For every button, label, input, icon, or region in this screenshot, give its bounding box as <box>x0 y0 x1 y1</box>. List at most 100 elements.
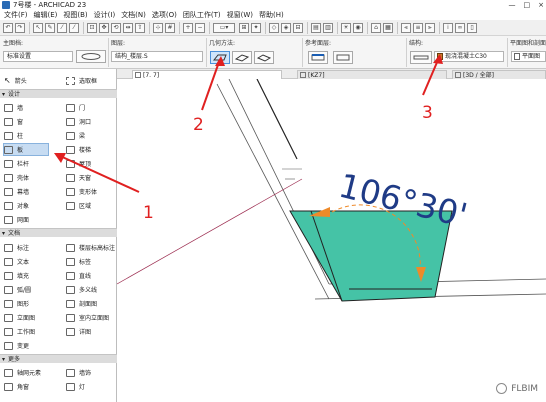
tool-4-1[interactable]: 剖面图 <box>66 298 97 309</box>
structure-type-button[interactable] <box>410 51 432 64</box>
tool-5-0[interactable]: 壳体 <box>4 172 29 183</box>
rotate-icon[interactable]: ⟲ <box>111 23 121 33</box>
tool-7-0[interactable]: 变更 <box>4 340 29 351</box>
minimize-button[interactable]: — <box>509 0 516 10</box>
tool-3-1[interactable]: 楼梯 <box>66 144 91 155</box>
render-icon[interactable]: ☀ <box>341 23 351 33</box>
renovation-icon[interactable]: ⌂ <box>371 23 381 33</box>
building-material-field[interactable]: 现浇混凝土C30 <box>434 51 504 62</box>
tool-6-1[interactable]: 详图 <box>66 326 91 337</box>
tool-1-0[interactable]: 窗 <box>4 116 23 127</box>
magic-wand-icon[interactable]: ✦ <box>251 23 261 33</box>
reference-top-button[interactable] <box>308 51 328 64</box>
camera-icon[interactable]: ◉ <box>353 23 363 33</box>
layer-field[interactable]: 结构_楼层.S <box>111 51 203 62</box>
align-right-icon[interactable]: ⫸ <box>425 23 435 33</box>
menu-teamwork[interactable]: 团队工作(T) <box>183 10 221 20</box>
tool-0-0[interactable]: 墙 <box>4 102 23 113</box>
maximize-button[interactable]: □ <box>524 0 531 10</box>
tool-8-0[interactable]: 网面 <box>4 214 29 225</box>
tool-6-1[interactable]: 变形体 <box>66 186 97 197</box>
trace-icon[interactable]: ▤ <box>311 23 321 33</box>
menu-document[interactable]: 文档(N) <box>121 10 146 20</box>
tool-0-1[interactable]: 楼层标高标注 <box>66 242 115 253</box>
redo-icon[interactable]: ↷ <box>15 23 25 33</box>
tool-5-1[interactable]: 室内立面图 <box>66 312 109 323</box>
section-icon[interactable]: ◈ <box>281 23 291 33</box>
tab-floor-plan[interactable]: [7. 7] <box>132 70 282 79</box>
grid-icon[interactable]: # <box>165 23 175 33</box>
drawing-canvas[interactable]: 106°30' <box>117 79 546 402</box>
align-center-icon[interactable]: ≡ <box>413 23 423 33</box>
menu-view[interactable]: 视图(B) <box>63 10 87 20</box>
close-button[interactable]: × <box>538 0 544 10</box>
floor-plan-field[interactable]: 平面图 <box>511 51 546 62</box>
tool-2-1[interactable]: 梁 <box>66 130 85 141</box>
tool-3-1[interactable]: 多义线 <box>66 284 97 295</box>
tool-4-0[interactable]: 图形 <box>4 298 29 309</box>
tool-2-0[interactable]: 填充 <box>4 270 29 281</box>
tab-kz7[interactable]: [KZ7] <box>297 70 447 79</box>
tool-3-0[interactable]: 弧/圆 <box>4 284 31 295</box>
tool-1-0[interactable]: 文本 <box>4 256 29 267</box>
mirror-icon[interactable]: ⇹ <box>123 23 133 33</box>
reference-bottom-button[interactable] <box>333 51 353 64</box>
tool-1-1[interactable]: 标签 <box>66 256 91 267</box>
rotated-rectangle-geometry-button[interactable] <box>254 51 274 64</box>
zoom-in-icon[interactable]: + <box>183 23 193 33</box>
polygonal-geometry-button[interactable] <box>210 51 230 64</box>
3d-view-icon[interactable]: ◇ <box>269 23 279 33</box>
model-view-icon[interactable]: ▦ <box>383 23 393 33</box>
tool-5-0[interactable]: 立面图 <box>4 312 35 323</box>
tool-6-0[interactable]: 工作图 <box>4 326 35 337</box>
tool-1-1[interactable]: 灯 <box>66 381 85 392</box>
tab-3d[interactable]: [3D / 全部] <box>452 70 546 79</box>
menu-help[interactable]: 帮助(H) <box>259 10 284 20</box>
slab-preview-button[interactable] <box>76 50 106 63</box>
pointer-icon[interactable]: ↖ <box>33 23 43 33</box>
pencil-icon[interactable]: ✎ <box>45 23 55 33</box>
elevation-icon[interactable]: ⊟ <box>293 23 303 33</box>
chain-icon[interactable]: ∞ <box>455 23 465 33</box>
suspend-group-icon[interactable]: ⊞ <box>239 23 249 33</box>
eyedropper-icon[interactable]: ⁄ <box>57 23 67 33</box>
tool-0-1[interactable]: 门 <box>66 102 85 113</box>
rectangle-geometry-button[interactable] <box>232 51 252 64</box>
tool-6-0[interactable]: 幕墙 <box>4 186 29 197</box>
menu-window[interactable]: 视窗(W) <box>227 10 253 20</box>
tool-2-0[interactable]: 柱 <box>4 130 23 141</box>
marquee-tool[interactable]: 选取框 <box>66 75 97 86</box>
more-section-header[interactable]: 更多 <box>0 354 117 364</box>
layers-icon[interactable]: ▥ <box>323 23 333 33</box>
tool-1-0[interactable]: 角窗 <box>4 381 29 392</box>
offset-icon[interactable]: ⊡ <box>87 23 97 33</box>
snap-icon[interactable]: ⊹ <box>153 23 163 33</box>
drag-icon[interactable]: ✥ <box>99 23 109 33</box>
tool-2-1[interactable]: 直线 <box>66 270 91 281</box>
tool-5-1[interactable]: 天窗 <box>66 172 91 183</box>
tool-4-0[interactable]: 栏杆 <box>4 158 29 169</box>
tool-0-0[interactable]: 标注 <box>4 242 29 253</box>
selection-box-icon[interactable]: ▭▾ <box>213 23 235 33</box>
tool-7-1[interactable]: 区域 <box>66 200 91 211</box>
menu-edit[interactable]: 编辑(E) <box>34 10 58 20</box>
arrow-tool[interactable]: ↖ 箭头 <box>4 75 27 86</box>
elevate-icon[interactable]: ⇧ <box>135 23 145 33</box>
tool-0-0[interactable]: 轴网元素 <box>4 367 41 378</box>
tool-3-0[interactable]: 板 <box>3 143 49 156</box>
align-left-icon[interactable]: ⫷ <box>401 23 411 33</box>
design-section-header[interactable]: 设计 <box>0 89 117 99</box>
zoom-out-icon[interactable]: − <box>195 23 205 33</box>
menu-file[interactable]: 文件(F) <box>4 10 28 20</box>
syringe-icon[interactable]: ⁄ <box>69 23 79 33</box>
main-layer-field[interactable]: 标准设置 <box>3 51 73 62</box>
tool-4-1[interactable]: 屋顶 <box>66 158 91 169</box>
tool-1-1[interactable]: 洞口 <box>66 116 91 127</box>
tool-7-0[interactable]: 对象 <box>4 200 29 211</box>
distribute-icon[interactable]: ⁞ <box>443 23 453 33</box>
undo-icon[interactable]: ↶ <box>3 23 13 33</box>
tool-0-1[interactable]: 墙饰 <box>66 367 91 378</box>
library-icon[interactable]: ▯ <box>467 23 477 33</box>
menu-options[interactable]: 选项(O) <box>152 10 177 20</box>
document-section-header[interactable]: 文档 <box>0 228 117 238</box>
